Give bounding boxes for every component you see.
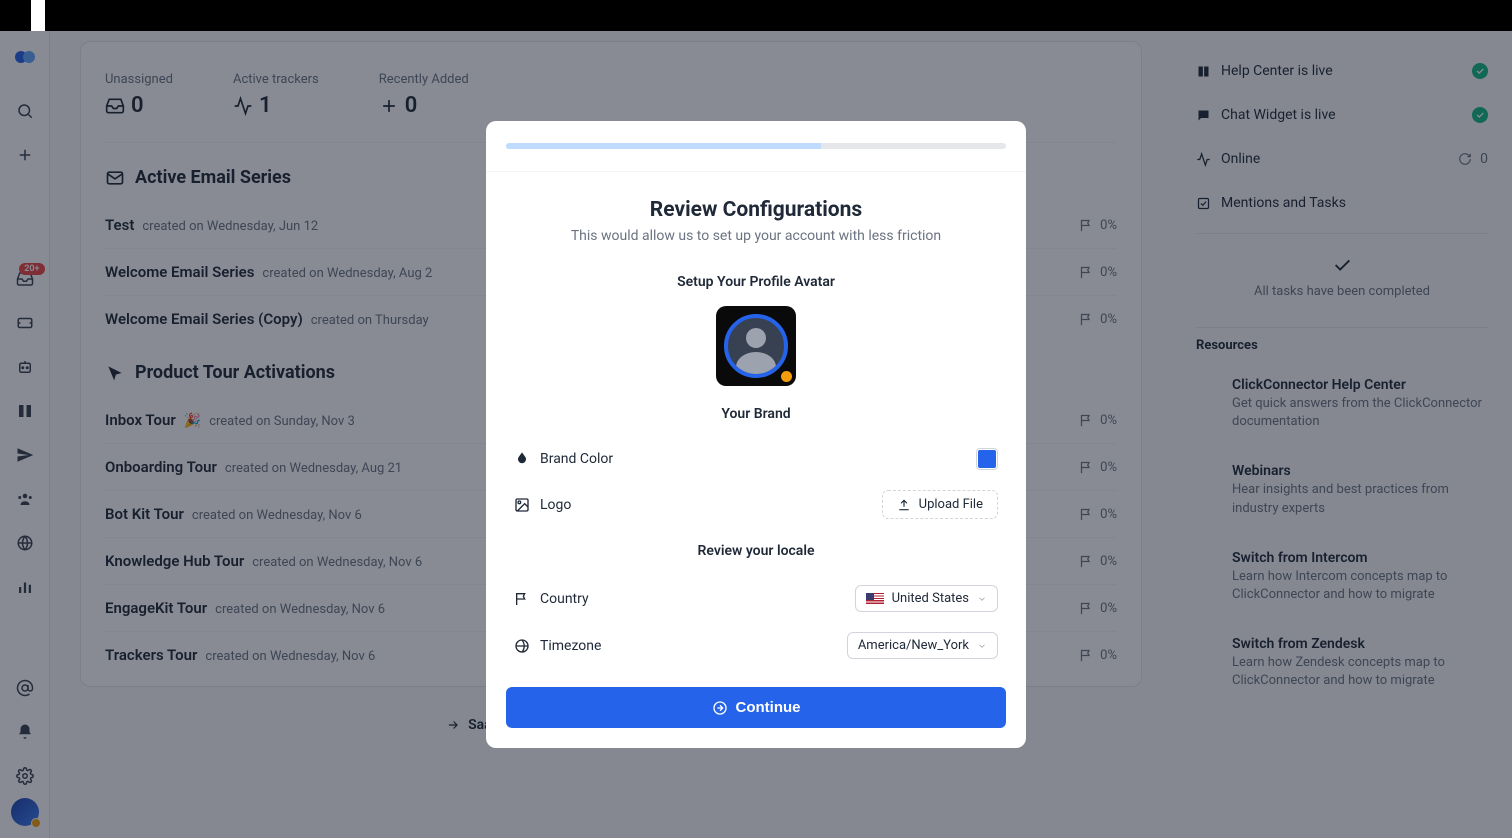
timezone-row: Timezone America/New_York <box>486 622 1026 669</box>
brand-color-picker[interactable] <box>976 448 998 470</box>
progress-bar <box>506 143 1006 149</box>
chevron-down-icon <box>977 594 987 604</box>
upload-icon <box>897 498 911 512</box>
image-icon <box>514 497 530 513</box>
logo-row: Logo Upload File <box>486 480 1026 529</box>
timezone-select[interactable]: America/New_York <box>847 632 998 659</box>
arrow-circle-icon <box>712 700 728 716</box>
brand-color-row: Brand Color <box>486 438 1026 480</box>
flag-icon <box>514 591 530 607</box>
us-flag-icon <box>866 593 884 605</box>
droplet-icon <box>514 451 530 467</box>
browser-topbar <box>0 0 1512 31</box>
locale-section-label: Review your locale <box>486 543 1026 559</box>
country-row: Country United States <box>486 575 1026 622</box>
progress-fill <box>506 143 821 149</box>
modal-title: Review Configurations <box>486 198 1026 222</box>
modal-subtitle: This would allow us to set up your accou… <box>486 228 1026 244</box>
modal-overlay: Review Configurations This would allow u… <box>0 31 1512 838</box>
continue-button[interactable]: Continue <box>506 687 1006 728</box>
chevron-down-icon <box>977 641 987 651</box>
review-configurations-modal: Review Configurations This would allow u… <box>486 121 1026 748</box>
country-select[interactable]: United States <box>855 585 998 612</box>
brand-section-label: Your Brand <box>486 406 1026 422</box>
profile-avatar-upload[interactable] <box>716 306 796 386</box>
avatar-section-label: Setup Your Profile Avatar <box>486 274 1026 290</box>
globe-icon <box>514 638 530 654</box>
upload-file-button[interactable]: Upload File <box>882 490 998 519</box>
status-dot <box>781 371 792 382</box>
